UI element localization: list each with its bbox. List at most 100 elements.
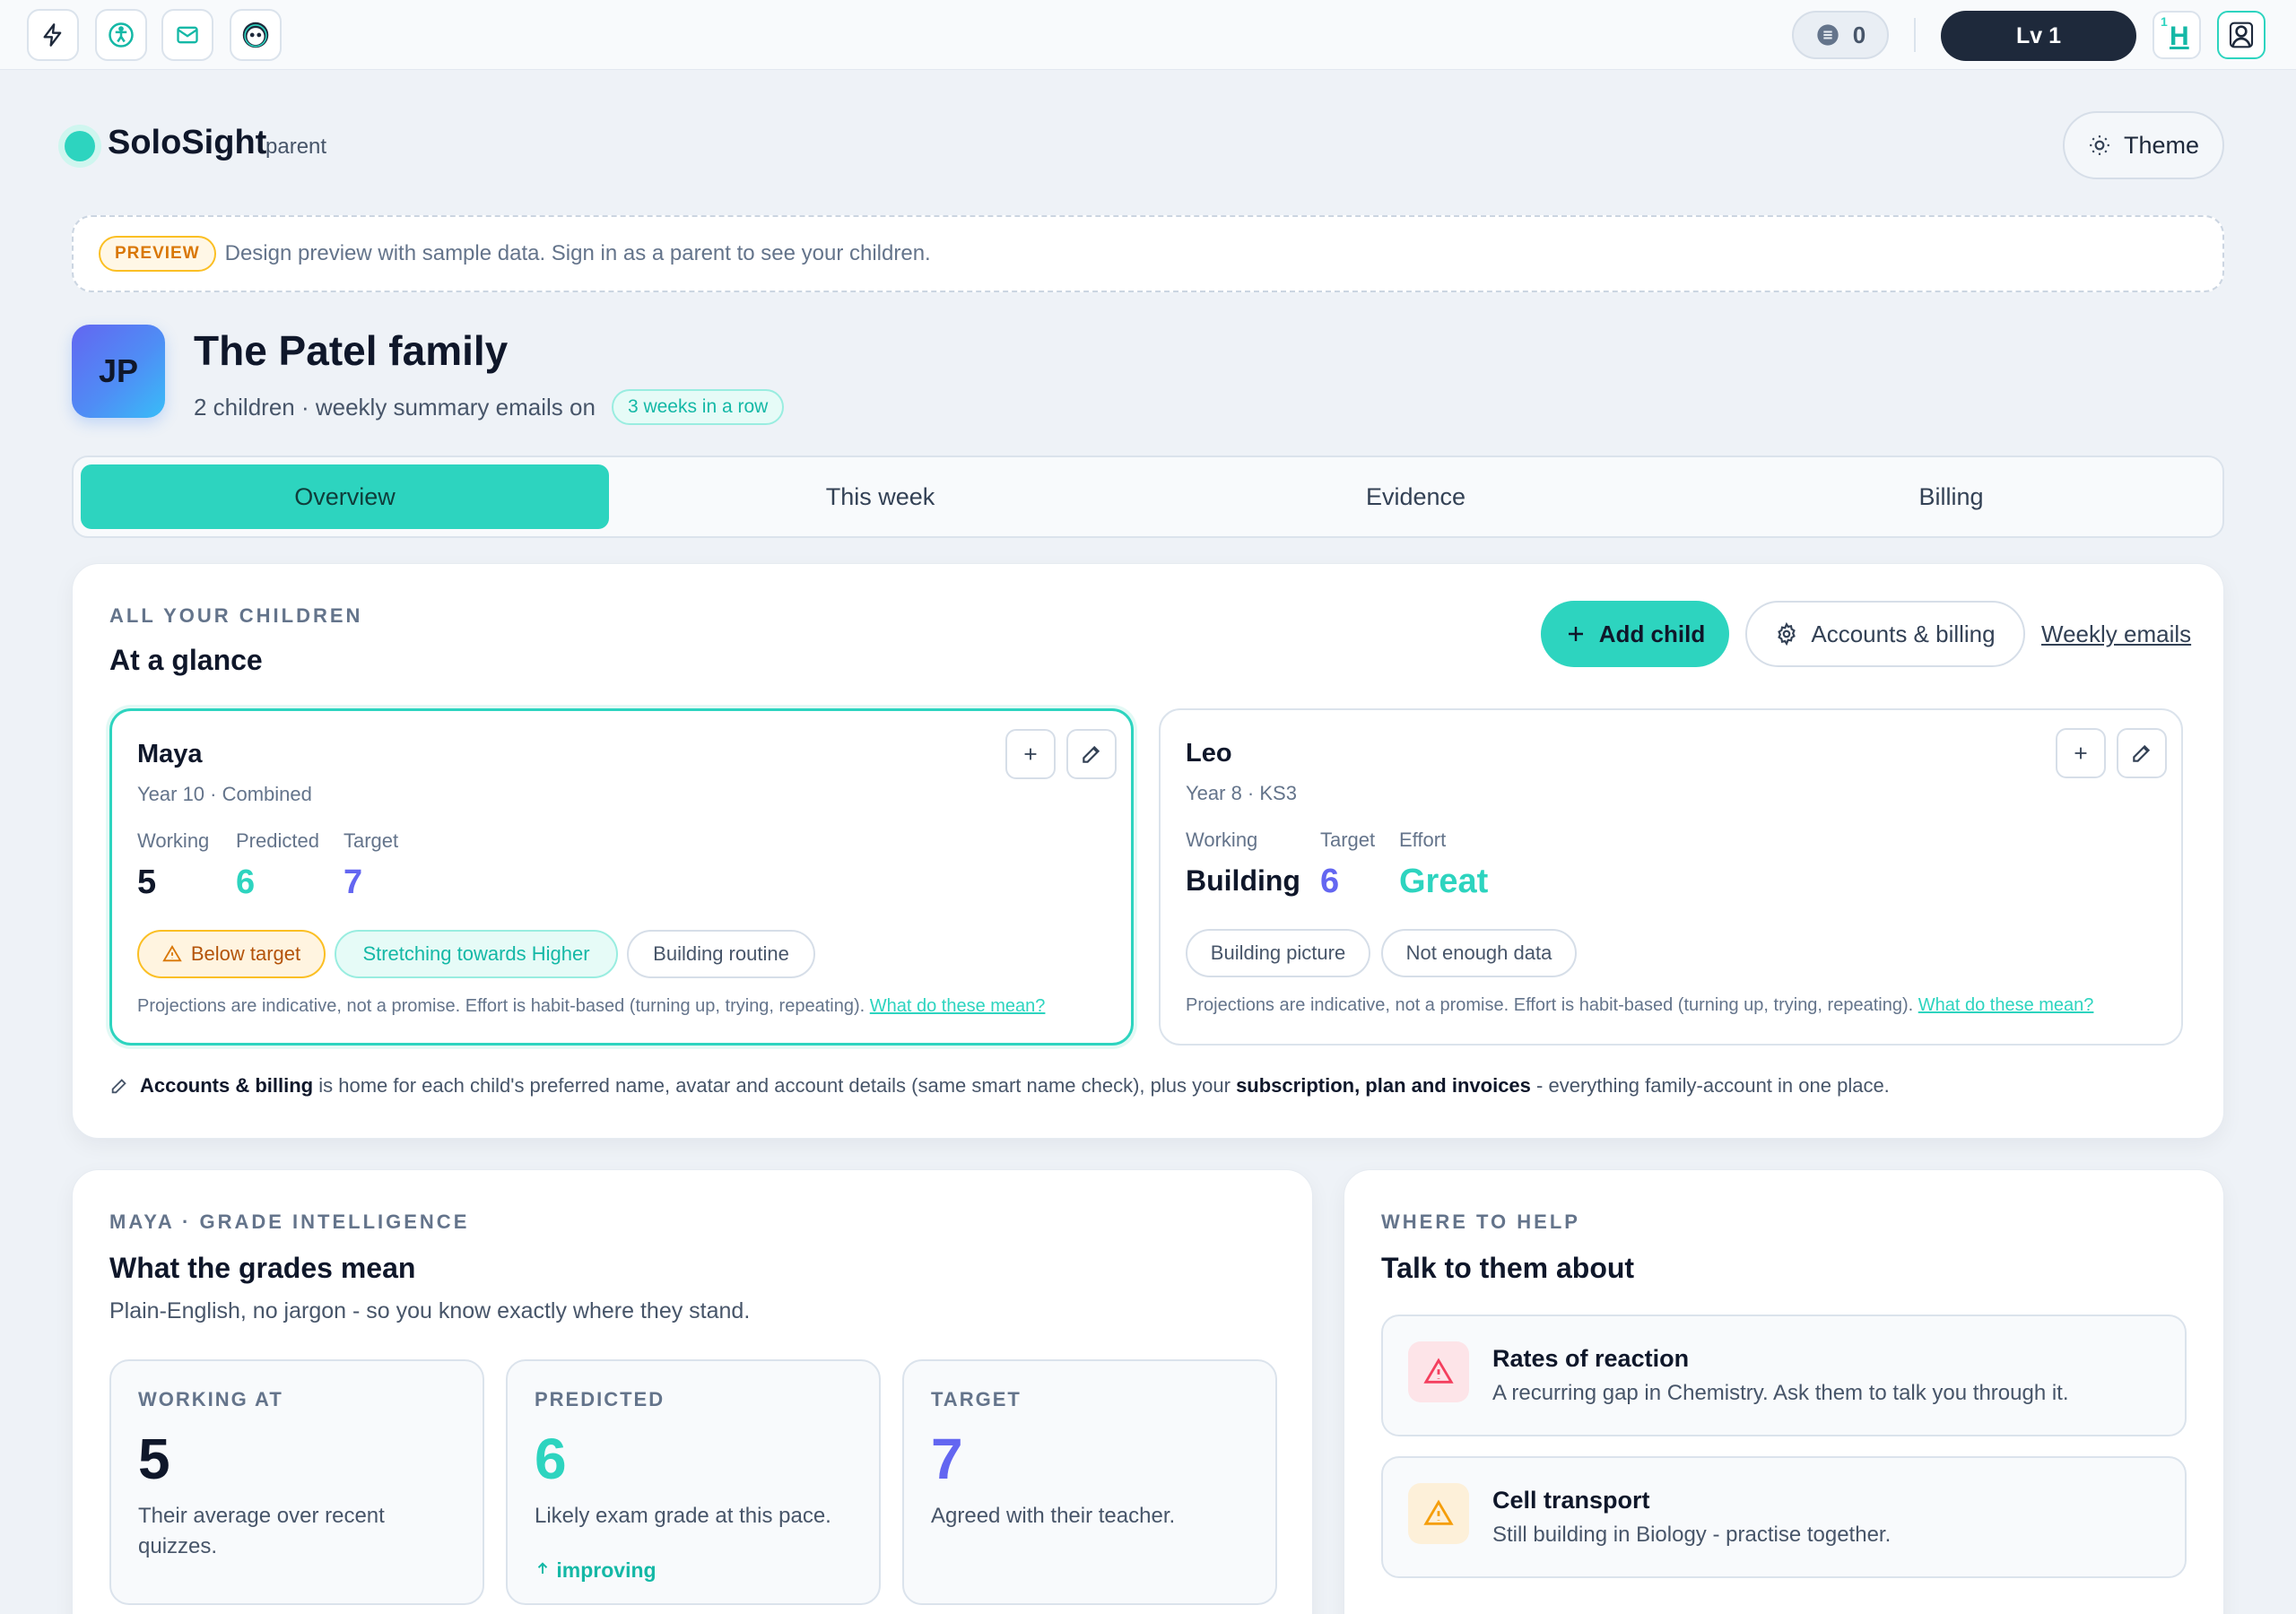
pencil-icon xyxy=(111,1079,126,1094)
help-item-title: Rates of reaction xyxy=(1492,1345,1690,1372)
chip-not-enough-data: Not enough data xyxy=(1381,929,1577,977)
gear-icon xyxy=(1778,622,1796,646)
help-item-rates-of-reaction[interactable]: Rates of reaction A recurring gap in Che… xyxy=(1381,1315,2187,1436)
what-do-these-mean-link[interactable]: What do these mean? xyxy=(1918,995,2094,1015)
tab-this-week[interactable]: This week xyxy=(616,464,1144,529)
trend-label: improving xyxy=(556,1558,657,1582)
grade-card-label: WORKING AT xyxy=(138,1388,283,1410)
grade-card-desc: Agreed with their teacher. xyxy=(931,1504,1176,1528)
grade-card-value: 7 xyxy=(931,1427,963,1491)
coin-icon xyxy=(1817,24,1839,46)
pencil-icon xyxy=(1083,745,1100,763)
child-card-leo[interactable]: Leo Year 8 · KS3 Working Target Effort B… xyxy=(1159,708,2183,1046)
brand-name[interactable]: SoloSight xyxy=(108,124,266,162)
top-bar: 0 Lv 1 1 H xyxy=(0,0,2296,70)
theme-label: Theme xyxy=(2123,131,2200,159)
accounts-billing-button[interactable]: Accounts & billing xyxy=(1745,601,2025,667)
sun-icon xyxy=(2090,135,2109,155)
add-quiz-button[interactable] xyxy=(1005,729,1056,779)
chip-stretching: Stretching towards Higher xyxy=(335,930,618,978)
what-do-these-mean-link[interactable]: What do these mean? xyxy=(870,996,1046,1016)
theme-button[interactable]: Theme xyxy=(2063,111,2224,179)
coin-count: 0 xyxy=(1852,21,1866,48)
stat-label-target: Target xyxy=(1320,829,1376,851)
tab-evidence[interactable]: Evidence xyxy=(1152,464,1680,529)
family-avatar: JP xyxy=(72,325,165,418)
brand-role: parent xyxy=(265,134,327,159)
accessibility-icon[interactable] xyxy=(95,9,147,61)
child-meta: Year 8 · KS3 xyxy=(1186,782,1297,804)
grade-card-value: 5 xyxy=(138,1427,170,1491)
tab-overview[interactable]: Overview xyxy=(81,464,609,529)
glance-title: At a glance xyxy=(109,644,263,676)
streak-badge: 3 weeks in a row xyxy=(611,389,785,425)
help-item-desc: A recurring gap in Chemistry. Ask them t… xyxy=(1492,1381,2069,1405)
child-name: Maya xyxy=(137,740,203,768)
plus-icon xyxy=(2074,747,2087,759)
grade-card-label: PREDICTED xyxy=(535,1388,665,1410)
edit-child-button[interactable] xyxy=(1066,729,1117,779)
weekly-emails-link[interactable]: Weekly emails xyxy=(2041,620,2191,648)
footnote-bold-accounts: Accounts & billing xyxy=(140,1074,314,1097)
stat-label-effort: Effort xyxy=(1399,829,1447,851)
grade-card-desc: Their average over recent quizzes. xyxy=(138,1504,385,1558)
topbar-divider xyxy=(1914,18,1916,52)
chip-label: Below target xyxy=(190,942,301,965)
footnote-bold-subscription: subscription, plan and invoices xyxy=(1236,1074,1531,1097)
coin-counter[interactable]: 0 xyxy=(1792,11,1889,59)
help-item-cell-transport[interactable]: Cell transport Still building in Biology… xyxy=(1381,1456,2187,1578)
glance-eyebrow: ALL YOUR CHILDREN xyxy=(109,604,363,627)
warning-icon xyxy=(1408,1483,1469,1544)
profile-button[interactable] xyxy=(2217,11,2266,59)
grade-card-target: TARGET 7 Agreed with their teacher. xyxy=(902,1359,1277,1605)
footnote-text-2: - everything family-account in one place… xyxy=(1536,1074,1890,1097)
plus-icon xyxy=(1568,627,1583,641)
grade-card-label: TARGET xyxy=(931,1388,1022,1410)
grade-card-value: 6 xyxy=(535,1427,567,1491)
disclaimer-text: Projections are indicative, not a promis… xyxy=(1186,995,1914,1015)
hint-button[interactable]: 1 H xyxy=(2152,11,2201,59)
level-badge[interactable]: Lv 1 xyxy=(1941,11,2136,61)
child-card-maya[interactable]: Maya Year 10 · Combined Working Predicte… xyxy=(109,708,1134,1046)
arrow-up-icon xyxy=(537,1562,548,1574)
add-quiz-button[interactable] xyxy=(2056,728,2106,778)
stat-value-effort: Great xyxy=(1399,863,1489,900)
family-subtitle: 2 children · weekly summary emails on 3 … xyxy=(194,389,785,425)
lightning-icon[interactable] xyxy=(27,9,79,61)
pencil-icon xyxy=(2133,744,2151,762)
child-name: Leo xyxy=(1186,739,1232,768)
stat-value-target: 6 xyxy=(1320,863,1340,900)
stat-value-predicted: 6 xyxy=(236,863,256,901)
stat-label-predicted: Predicted xyxy=(236,829,319,852)
hint-count: 1 xyxy=(2161,14,2168,29)
trend-indicator: improving xyxy=(535,1558,657,1583)
child-meta: Year 10 · Combined xyxy=(137,783,312,805)
hint-letter: H xyxy=(2170,22,2189,51)
edit-child-button[interactable] xyxy=(2117,728,2167,778)
accounts-billing-label: Accounts & billing xyxy=(1811,620,1996,647)
stat-label-working: Working xyxy=(137,829,210,852)
stat-value-working: 5 xyxy=(137,863,157,901)
help-item-desc: Still building in Biology - practise tog… xyxy=(1492,1523,1892,1547)
grades-title: What the grades mean xyxy=(109,1252,416,1284)
family-name: The Patel family xyxy=(194,327,509,374)
add-child-button[interactable]: Add child xyxy=(1541,601,1729,667)
chip-building-picture: Building picture xyxy=(1186,929,1370,977)
mascot-icon[interactable] xyxy=(230,9,282,61)
grades-eyebrow: MAYA · GRADE INTELLIGENCE xyxy=(109,1210,470,1233)
chip-below-target: Below target xyxy=(137,930,326,978)
tab-bar: Overview This week Evidence Billing xyxy=(72,456,2224,538)
footnote-text-1: is home for each child's preferred name,… xyxy=(318,1074,1231,1097)
grades-subtitle: Plain-English, no jargon - so you know e… xyxy=(109,1298,751,1323)
stat-value-working: Building xyxy=(1186,864,1300,897)
plus-icon xyxy=(1024,748,1037,760)
preview-banner: PREVIEW Design preview with sample data.… xyxy=(72,215,2224,292)
user-icon xyxy=(2229,22,2254,48)
brand-dot xyxy=(65,131,95,161)
add-child-label: Add child xyxy=(1598,620,1706,647)
family-subtitle-text: 2 children · weekly summary emails on xyxy=(194,393,596,421)
grade-card-desc: Likely exam grade at this pace. xyxy=(535,1504,831,1528)
projection-disclaimer: Projections are indicative, not a promis… xyxy=(137,996,1045,1017)
mail-icon[interactable] xyxy=(161,9,213,61)
tab-billing[interactable]: Billing xyxy=(1687,464,2215,529)
